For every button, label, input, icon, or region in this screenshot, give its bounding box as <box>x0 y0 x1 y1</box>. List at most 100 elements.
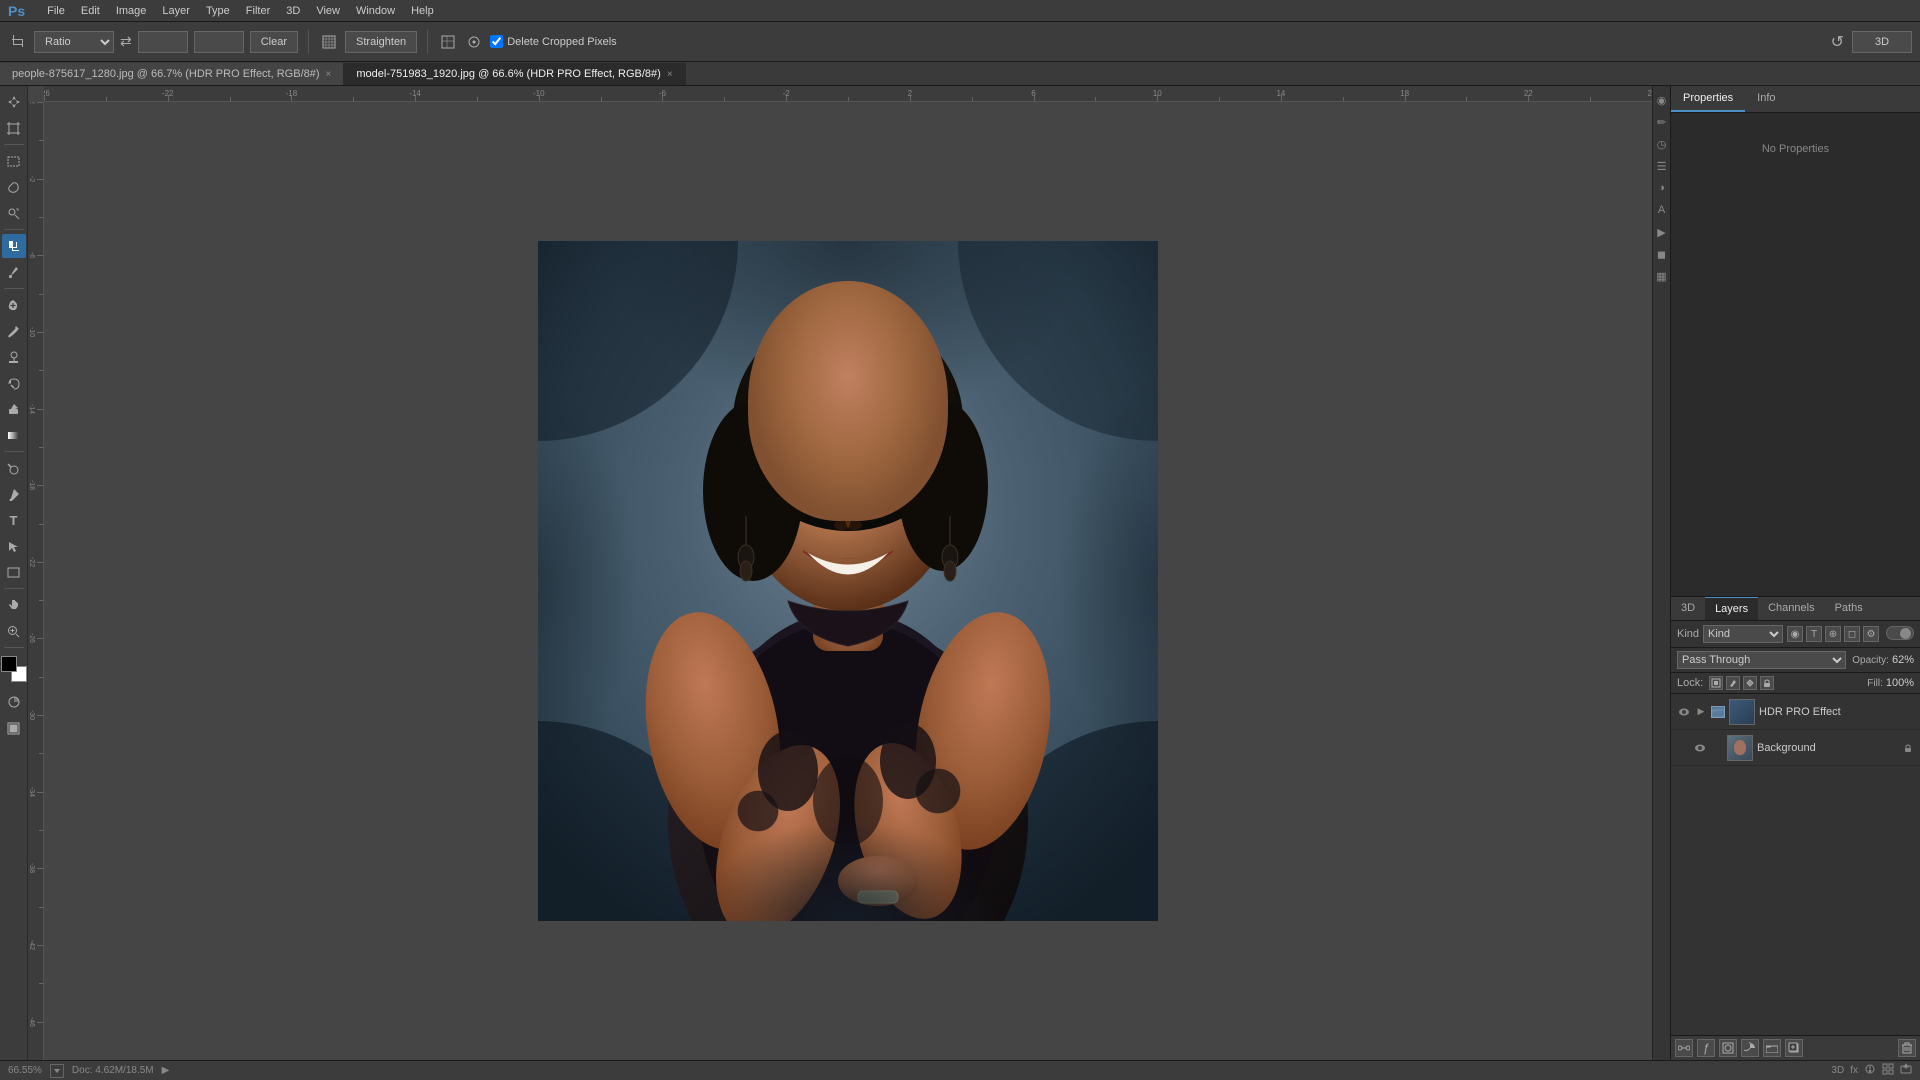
foreground-color[interactable] <box>1 656 17 672</box>
tab-info[interactable]: Info <box>1745 86 1787 112</box>
ratio-input-1[interactable] <box>138 31 188 53</box>
shape-tool[interactable] <box>2 560 26 584</box>
rotate-icon[interactable]: ↺ <box>1831 32 1844 52</box>
tab-properties[interactable]: Properties <box>1671 86 1745 112</box>
fx-icon-status[interactable]: fx <box>1850 1065 1858 1076</box>
new-group-btn[interactable] <box>1763 1039 1781 1057</box>
right-panel-container: ◉✏◷☰◑A▶◼▦ Properties Info No Properties … <box>1652 86 1920 1060</box>
tab-0[interactable]: people-875617_1280.jpg @ 66.7% (HDR PRO … <box>0 63 344 85</box>
eyedropper-tool[interactable] <box>2 260 26 284</box>
quick-mask-tool[interactable] <box>2 690 26 714</box>
pen-tool[interactable] <box>2 482 26 506</box>
histogram-icon[interactable]: ▦ <box>1654 268 1670 284</box>
marquee-tool[interactable] <box>2 149 26 173</box>
tab-close-0[interactable]: × <box>326 69 332 80</box>
type-tool[interactable]: T <box>2 508 26 532</box>
brush-preset-icon[interactable]: ✏ <box>1654 114 1670 130</box>
crop-tool[interactable] <box>2 234 26 258</box>
color-swatch-icon[interactable]: ◼ <box>1654 246 1670 262</box>
lasso-tool[interactable] <box>2 175 26 199</box>
lock-pixels-icon[interactable] <box>1709 676 1723 690</box>
filter-smart-icon[interactable]: ⚙ <box>1863 626 1879 642</box>
library-icon[interactable]: ☰ <box>1654 158 1670 174</box>
quick-select-tool[interactable] <box>2 201 26 225</box>
link-layers-btn[interactable] <box>1675 1039 1693 1057</box>
opacity-value[interactable]: 62% <box>1892 654 1914 666</box>
color-swatches[interactable] <box>1 656 27 682</box>
gradient-tool[interactable] <box>2 423 26 447</box>
add-style-btn[interactable]: ƒ <box>1697 1039 1715 1057</box>
artboard-tool[interactable] <box>2 116 26 140</box>
filter-adj-icon[interactable]: ⊕ <box>1825 626 1841 642</box>
filter-pixel-icon[interactable]: ◉ <box>1787 626 1803 642</box>
zoom-options-icon[interactable] <box>50 1064 64 1078</box>
path-selection-tool[interactable] <box>2 534 26 558</box>
history-icon[interactable]: ◷ <box>1654 136 1670 152</box>
zoom-display: 3D <box>1852 31 1912 53</box>
clear-button[interactable]: Clear <box>250 31 298 53</box>
zoom-tool[interactable] <box>2 619 26 643</box>
menu-edit[interactable]: Edit <box>73 3 108 19</box>
menu-layer[interactable]: Layer <box>154 3 198 19</box>
delete-cropped-checkbox[interactable]: Delete Cropped Pixels <box>490 35 616 48</box>
tab-1[interactable]: model-751983_1920.jpg @ 66.6% (HDR PRO E… <box>344 63 685 85</box>
hand-tool[interactable] <box>2 593 26 617</box>
correction-icon-status[interactable] <box>1864 1063 1876 1078</box>
ratio-select[interactable]: Ratio <box>34 31 114 53</box>
tab-channels[interactable]: Channels <box>1758 597 1824 620</box>
menu-view[interactable]: View <box>308 3 348 19</box>
add-mask-btn[interactable] <box>1719 1039 1737 1057</box>
layer-visibility-hdr[interactable] <box>1677 705 1691 719</box>
healing-tool[interactable] <box>2 293 26 317</box>
swap-icon[interactable]: ⇄ <box>120 33 132 50</box>
dodge-tool[interactable] <box>2 456 26 480</box>
layer-visibility-bg[interactable] <box>1693 741 1707 755</box>
history-brush-tool[interactable] <box>2 371 26 395</box>
new-layer-btn[interactable] <box>1785 1039 1803 1057</box>
arrange-icon-status[interactable] <box>1882 1063 1894 1078</box>
ruler-num: 22 <box>1524 89 1533 98</box>
menu-filter[interactable]: Filter <box>238 3 278 19</box>
layers-actions: ƒ <box>1671 1035 1920 1060</box>
lock-brush-icon[interactable] <box>1726 676 1740 690</box>
menu-window[interactable]: Window <box>348 3 403 19</box>
3d-icon-status[interactable]: 3D <box>1831 1065 1844 1076</box>
move-tool[interactable] <box>2 90 26 114</box>
filter-shape-icon[interactable]: ◻ <box>1844 626 1860 642</box>
blend-mode-select[interactable]: Pass Through <box>1677 651 1846 669</box>
adjustment-btn[interactable] <box>1741 1039 1759 1057</box>
straighten-button[interactable]: Straighten <box>345 31 417 53</box>
filter-kind-select[interactable]: Kind <box>1703 625 1783 643</box>
filter-type-icon[interactable]: T <box>1806 626 1822 642</box>
layer-expand-hdr[interactable]: ▶ <box>1695 706 1707 718</box>
menu-file[interactable]: File <box>39 3 73 19</box>
color-picker-icon[interactable]: ◉ <box>1654 92 1670 108</box>
doc-info-arrow[interactable]: ▶ <box>162 1065 170 1076</box>
menu-help[interactable]: Help <box>403 3 442 19</box>
layer-background[interactable]: Background <box>1671 730 1920 766</box>
play-icon[interactable]: ▶ <box>1654 224 1670 240</box>
screen-mode-tool[interactable] <box>2 716 26 740</box>
ratio-input-2[interactable] <box>194 31 244 53</box>
tab-close-1[interactable]: × <box>667 69 673 80</box>
menu-3d[interactable]: 3D <box>278 3 308 19</box>
stamp-tool[interactable] <box>2 345 26 369</box>
adjustments-icon[interactable]: ◑ <box>1654 180 1670 196</box>
overlay-icon[interactable] <box>438 32 458 52</box>
lock-all-icon[interactable] <box>1760 676 1774 690</box>
delete-layer-btn[interactable] <box>1898 1039 1916 1057</box>
publish-icon-status[interactable] <box>1900 1063 1912 1078</box>
brush-tool[interactable] <box>2 319 26 343</box>
eraser-tool[interactable] <box>2 397 26 421</box>
tab-3d[interactable]: 3D <box>1671 597 1705 620</box>
lock-transform-icon[interactable] <box>1743 676 1757 690</box>
overlay-options-icon[interactable] <box>464 32 484 52</box>
filter-toggle[interactable] <box>1886 626 1914 640</box>
layer-hdr-pro-effect[interactable]: ▶ HDR PRO Effect <box>1671 694 1920 730</box>
type-icon[interactable]: A <box>1654 202 1670 218</box>
tab-layers[interactable]: Layers <box>1705 597 1758 620</box>
fill-value[interactable]: 100% <box>1886 677 1914 689</box>
menu-image[interactable]: Image <box>108 3 155 19</box>
menu-type[interactable]: Type <box>198 3 238 19</box>
tab-paths[interactable]: Paths <box>1825 597 1873 620</box>
